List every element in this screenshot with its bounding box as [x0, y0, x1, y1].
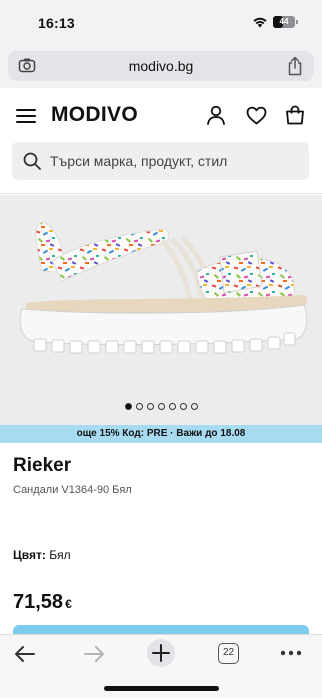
- status-time: 16:13: [38, 15, 75, 31]
- price-currency: €: [65, 597, 72, 611]
- price-amount: 71,58: [13, 591, 64, 613]
- share-icon[interactable]: [286, 56, 304, 76]
- address-bar[interactable]: modivo.bg: [8, 51, 314, 81]
- color-value: Бял: [49, 548, 71, 562]
- browser-address-area: modivo.bg: [0, 44, 322, 88]
- product-name: Сандали V1364-90 Бял: [13, 484, 132, 496]
- battery-icon: 44: [273, 16, 295, 28]
- battery-tip: [296, 20, 298, 24]
- gallery-dot[interactable]: [124, 403, 132, 410]
- site-logo[interactable]: MODIVO: [51, 103, 138, 127]
- url-text[interactable]: modivo.bg: [48, 58, 274, 74]
- product-price: 71,58 €: [13, 591, 72, 614]
- plus-icon: [152, 644, 170, 662]
- gallery-dot[interactable]: [179, 403, 187, 410]
- battery-percent: 44: [279, 17, 289, 26]
- gallery-dot[interactable]: [168, 403, 176, 410]
- gallery-pagination[interactable]: [0, 403, 322, 410]
- product-brand[interactable]: Rieker: [13, 455, 71, 477]
- color-label: Цвят:: [13, 548, 46, 562]
- search-icon: [23, 152, 41, 170]
- account-icon[interactable]: [206, 105, 226, 125]
- search-input[interactable]: Търси марка, продукт, стил: [12, 142, 309, 180]
- browser-toolbar: 22: [0, 634, 322, 698]
- product-image-sandal[interactable]: [12, 211, 312, 361]
- cart-bag-icon[interactable]: [285, 105, 305, 125]
- forward-arrow-icon[interactable]: [83, 645, 105, 663]
- product-gallery[interactable]: [0, 195, 322, 425]
- privacy-report-icon[interactable]: [18, 57, 36, 75]
- gallery-dot[interactable]: [146, 403, 154, 410]
- menu-icon[interactable]: [16, 108, 36, 124]
- search-placeholder: Търси марка, продукт, стил: [50, 153, 228, 169]
- back-arrow-icon[interactable]: [14, 645, 36, 663]
- home-indicator: [104, 686, 219, 691]
- site-header: MODIVO Търси марка, продукт, стил: [0, 88, 322, 194]
- more-dots-icon[interactable]: [280, 646, 302, 660]
- status-bar: 16:13 44: [0, 0, 322, 44]
- wishlist-heart-icon[interactable]: [246, 106, 267, 125]
- gallery-dot[interactable]: [135, 403, 143, 410]
- gallery-dot[interactable]: [157, 403, 165, 410]
- gallery-dot[interactable]: [190, 403, 198, 410]
- product-color: Цвят: Бял: [13, 548, 71, 562]
- tabs-button[interactable]: 22: [218, 643, 239, 664]
- promo-banner[interactable]: още 15% Код: PRE · Важи до 18.08: [0, 425, 322, 443]
- new-tab-button[interactable]: [147, 639, 175, 667]
- wifi-icon: [253, 17, 267, 28]
